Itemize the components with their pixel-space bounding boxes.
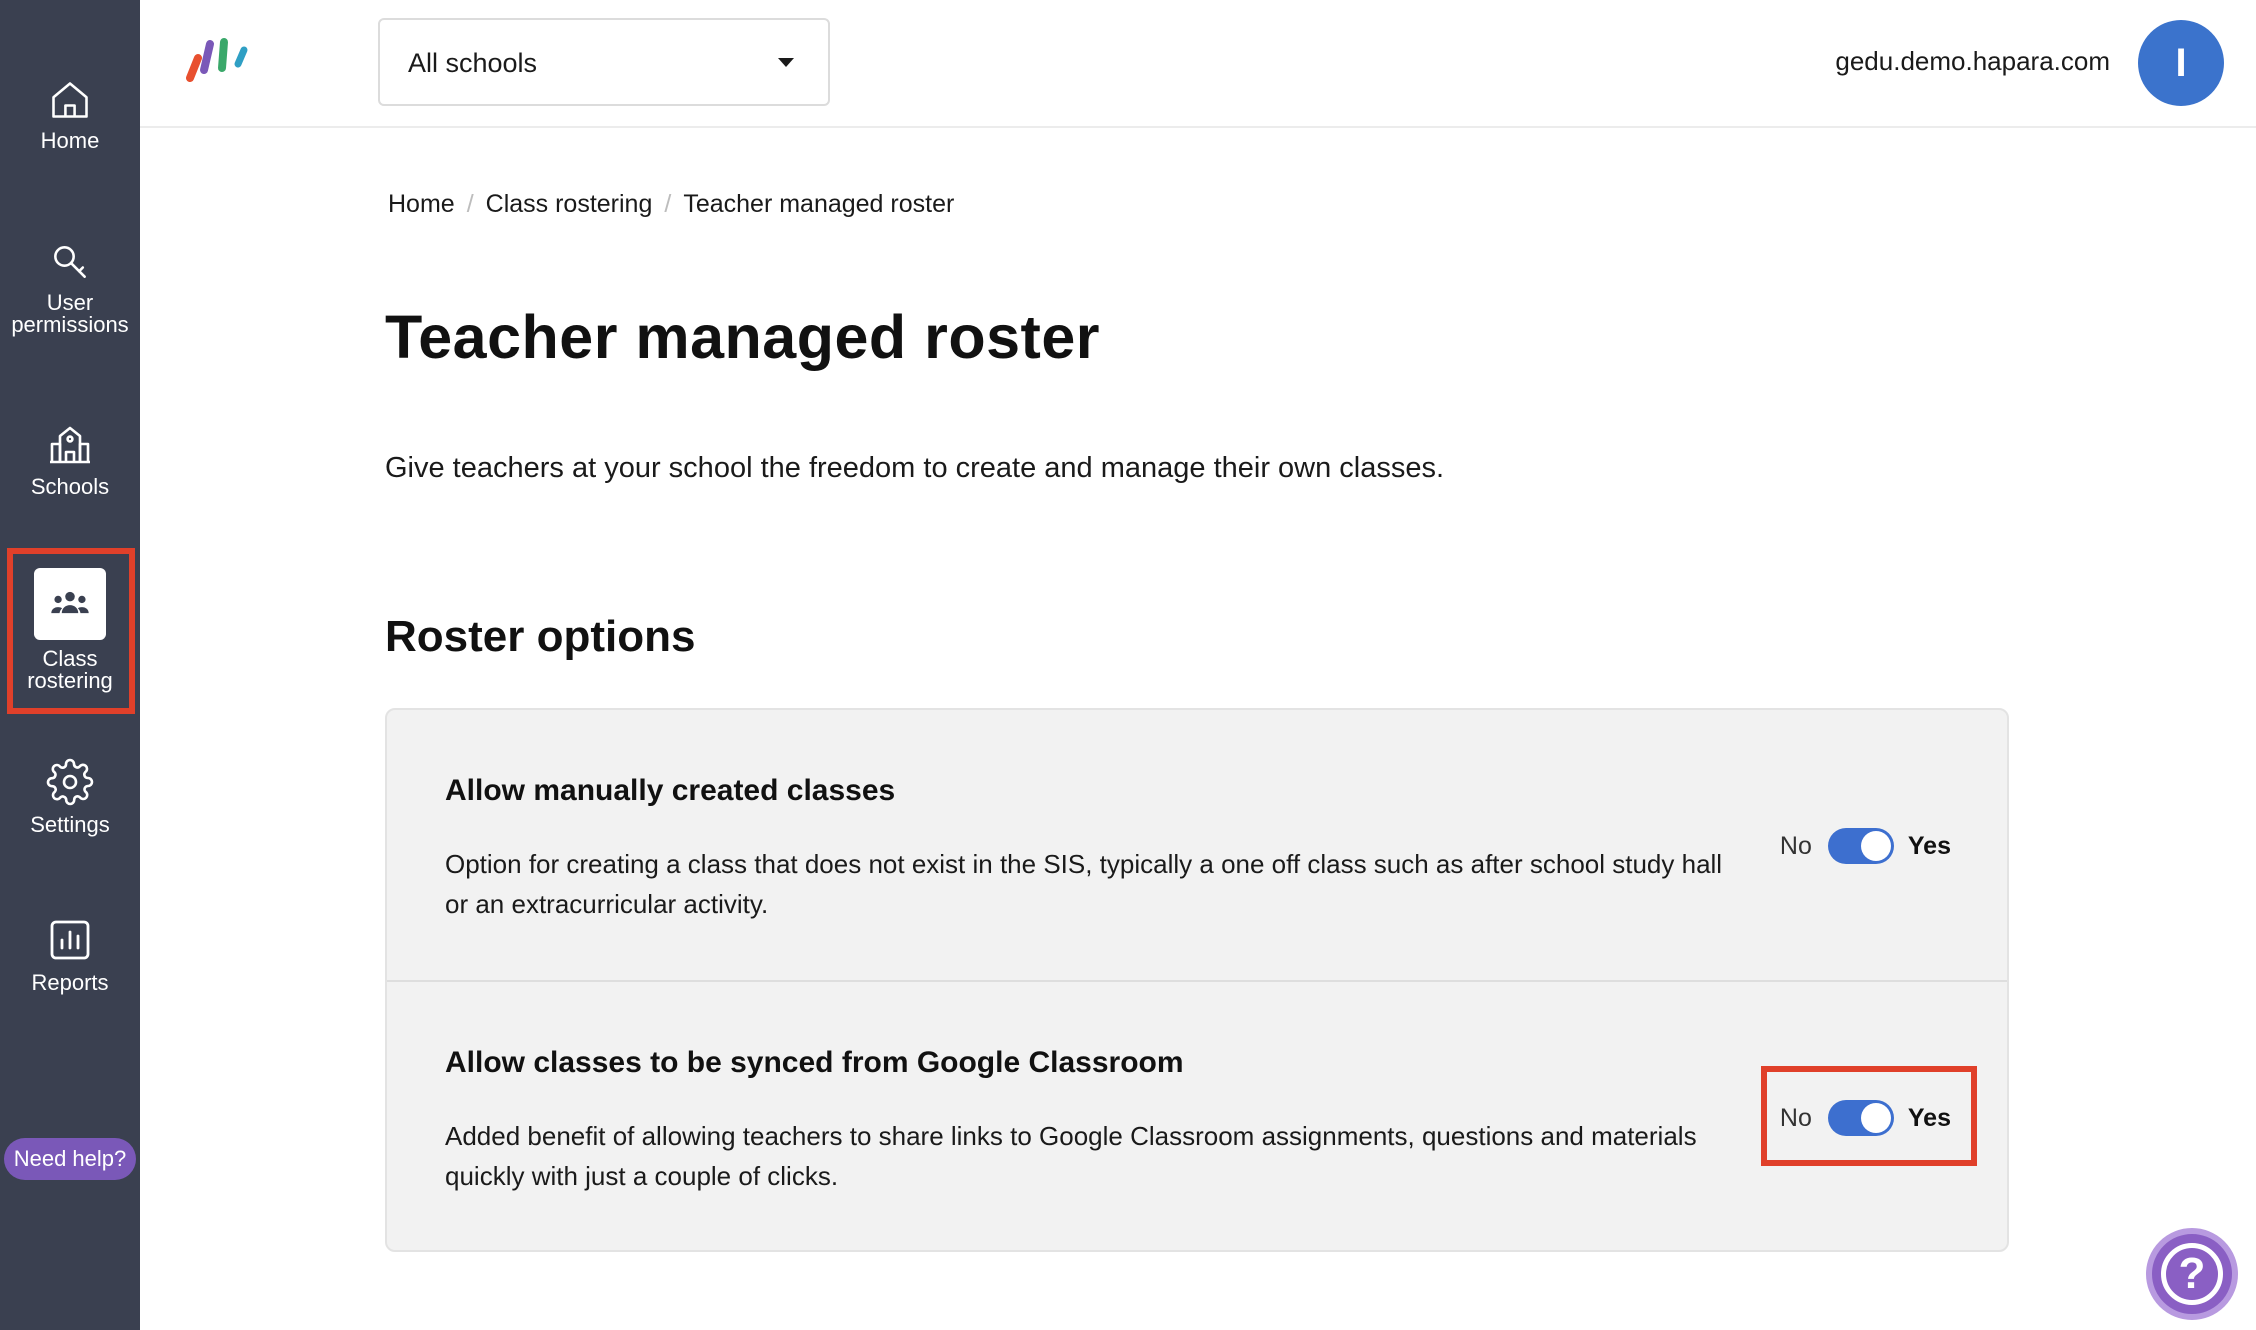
- sidebar-item-schools[interactable]: Schools: [0, 420, 140, 498]
- sidebar-item-home[interactable]: Home: [0, 78, 140, 152]
- sidebar-item-user-permissions[interactable]: User permissions: [0, 240, 140, 336]
- roster-options-card: Allow manually created classes Option fo…: [385, 708, 2009, 1252]
- page-title: Teacher managed roster: [385, 303, 1101, 371]
- sidebar-item-reports[interactable]: Reports: [0, 916, 140, 994]
- highlight-box: [7, 548, 135, 714]
- help-button[interactable]: ?: [2146, 1228, 2238, 1320]
- option-title: Allow manually created classes: [445, 774, 896, 807]
- sidebar-item-settings[interactable]: Settings: [0, 758, 140, 836]
- toggle-yes-label: Yes: [1907, 831, 1951, 860]
- breadcrumb-current: Teacher managed roster: [683, 190, 955, 218]
- school-select[interactable]: All schools: [378, 18, 830, 106]
- sidebar-item-label: User: [46, 290, 94, 315]
- breadcrumb-class-rostering[interactable]: Class rostering: [486, 190, 653, 218]
- domain-label: gedu.demo.hapara.com: [1835, 46, 2110, 76]
- sidebar-item-label: Schools: [30, 474, 110, 499]
- home-icon: [52, 82, 88, 118]
- top-header: All schools gedu.demo.hapara.com I: [140, 0, 2256, 128]
- avatar[interactable]: I: [2138, 20, 2224, 106]
- sidebar-item-label: Reports: [31, 970, 109, 995]
- gear-icon: [46, 758, 94, 806]
- key-icon: [54, 246, 86, 278]
- section-title: Roster options: [385, 612, 696, 661]
- page-description: Give teachers at your school the freedom…: [385, 452, 1445, 484]
- highlight-box: [1761, 1066, 1977, 1166]
- school-icon: [50, 426, 90, 464]
- question-mark-icon: ?: [2161, 1243, 2223, 1305]
- need-help-button[interactable]: Need help?: [4, 1138, 136, 1180]
- option-description: Added benefit of allowing teachers to sh…: [445, 1121, 1697, 1191]
- caret-down-icon: [778, 58, 794, 67]
- sidebar-item-label: Settings: [30, 812, 110, 837]
- manual-classes-toggle[interactable]: [1827, 828, 1894, 864]
- breadcrumb-home[interactable]: Home: [388, 190, 455, 218]
- sidebar-item-label: permissions: [11, 312, 129, 337]
- toggle-no-label: No: [1779, 831, 1812, 860]
- sidebar-item-label: Home: [40, 128, 100, 153]
- chart-icon: [50, 920, 90, 960]
- breadcrumb: Home / Class rostering / Teacher managed ros…: [388, 190, 954, 219]
- hapara-logo[interactable]: [180, 34, 260, 87]
- option-description: Option for creating a class that does no…: [445, 849, 1723, 919]
- breadcrumb-separator: /: [466, 190, 474, 218]
- school-select-value: All schools: [408, 48, 538, 78]
- breadcrumb-separator: /: [664, 190, 672, 218]
- option-title: Allow classes to be synced from Google C…: [445, 1046, 1184, 1079]
- toggle-knob: [1860, 831, 1891, 861]
- option-manual-classes: Allow manually created classes Option fo…: [387, 710, 2007, 982]
- toggle-group: No Yes: [1780, 828, 1951, 864]
